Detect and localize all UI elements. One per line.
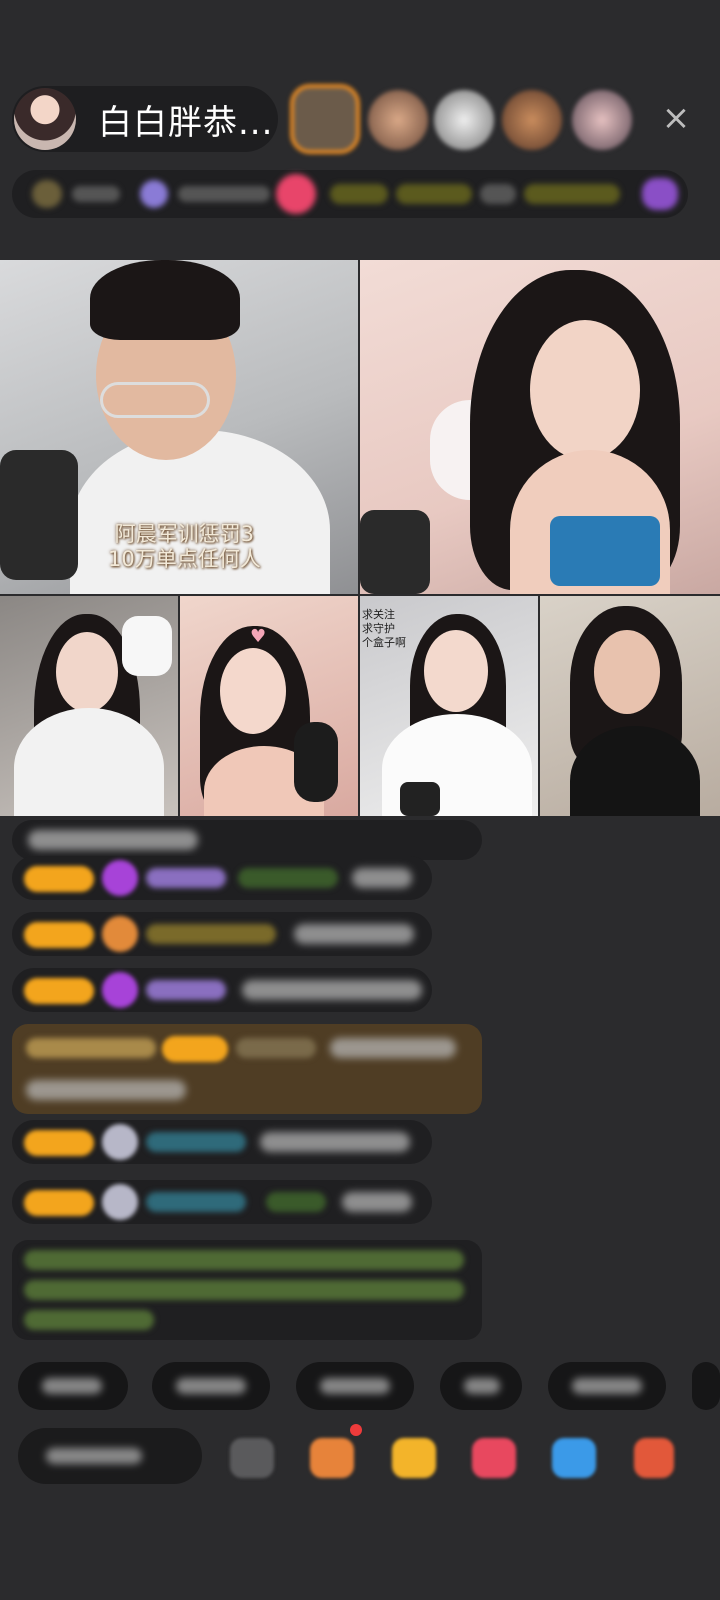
tag-blurred <box>524 184 620 204</box>
quick-reply-chip[interactable] <box>548 1362 666 1410</box>
notification-dot <box>350 1424 362 1436</box>
tag-blurred <box>330 184 388 204</box>
chat-message[interactable] <box>12 912 432 956</box>
user-avatar <box>102 916 138 952</box>
video-tile-guest[interactable] <box>360 260 720 594</box>
top-viewer-avatar[interactable] <box>290 84 360 154</box>
gift-icon[interactable] <box>642 178 678 210</box>
gift-icon[interactable] <box>472 1438 516 1478</box>
chat-message[interactable] <box>12 1120 432 1164</box>
level-badge <box>24 978 94 1004</box>
game-icon[interactable] <box>552 1438 596 1478</box>
chat-message-highlight[interactable] <box>12 1024 482 1114</box>
video-tile-host[interactable]: 阿晨军训惩罚3 10万单点任何人 <box>0 260 358 594</box>
chat-message[interactable] <box>12 1180 432 1224</box>
host-profile[interactable]: 白白胖恭... <box>12 86 278 152</box>
chat-message[interactable] <box>12 820 482 860</box>
user-avatar <box>102 1184 138 1220</box>
video-tile-guest[interactable] <box>540 596 720 816</box>
chat-message[interactable] <box>12 968 432 1012</box>
level-badge <box>24 922 94 948</box>
quick-reply-chip[interactable] <box>692 1362 720 1410</box>
microphone-icon <box>360 510 430 594</box>
user-avatar <box>102 860 138 896</box>
gift-box-icon[interactable] <box>392 1438 436 1478</box>
host-name: 白白胖恭... <box>98 102 274 143</box>
room-info-strip[interactable] <box>12 170 688 218</box>
more-icon[interactable] <box>634 1438 674 1478</box>
glasses-icon <box>100 382 210 418</box>
viewer-avatar[interactable] <box>572 90 632 150</box>
level-badge <box>24 1130 94 1156</box>
chat-input[interactable] <box>18 1428 202 1484</box>
video-tile-guest[interactable]: 求关注 求守护 个盒子啊 <box>360 596 538 816</box>
viewer-avatar[interactable] <box>434 90 494 150</box>
viewer-avatar[interactable] <box>368 90 428 150</box>
user-avatar <box>102 1124 138 1160</box>
quick-reply-chip[interactable] <box>18 1362 128 1410</box>
rank-text <box>72 186 120 202</box>
chat-message[interactable] <box>12 856 432 900</box>
video-tile-guest[interactable] <box>0 596 178 816</box>
tag-blurred <box>480 184 516 204</box>
badge-icon <box>140 180 168 208</box>
quick-reply-chip[interactable] <box>296 1362 414 1410</box>
ring-light <box>122 616 172 676</box>
viewer-avatar[interactable] <box>502 90 562 150</box>
host-avatar[interactable] <box>14 88 76 150</box>
video-tag: 求关注 求守护 个盒子啊 <box>362 608 406 649</box>
microphone-icon <box>0 450 78 580</box>
shop-icon[interactable] <box>310 1438 354 1478</box>
heart-icon[interactable] <box>276 174 316 214</box>
emoji-icon[interactable] <box>230 1438 274 1478</box>
tag-blurred <box>396 184 472 204</box>
badge-text <box>178 186 270 202</box>
heart-icon: ♥ <box>250 626 267 647</box>
quick-reply-chip[interactable] <box>152 1362 270 1410</box>
quick-reply-chip[interactable] <box>440 1362 522 1410</box>
level-badge <box>24 866 94 892</box>
close-icon[interactable]: × <box>656 98 696 138</box>
level-badge <box>162 1036 228 1062</box>
rank-icon <box>32 180 62 208</box>
user-avatar <box>102 972 138 1008</box>
microphone-icon <box>294 722 338 802</box>
video-tile-guest[interactable]: ♥ <box>180 596 358 816</box>
video-caption: 阿晨军训惩罚3 10万单点任何人 <box>108 522 261 571</box>
system-notice <box>12 1240 482 1340</box>
microphone-icon <box>400 782 440 816</box>
video-grid: 阿晨军训惩罚3 10万单点任何人 ♥ 求关注 求守护 个盒子啊 <box>0 260 720 816</box>
level-badge <box>24 1190 94 1216</box>
